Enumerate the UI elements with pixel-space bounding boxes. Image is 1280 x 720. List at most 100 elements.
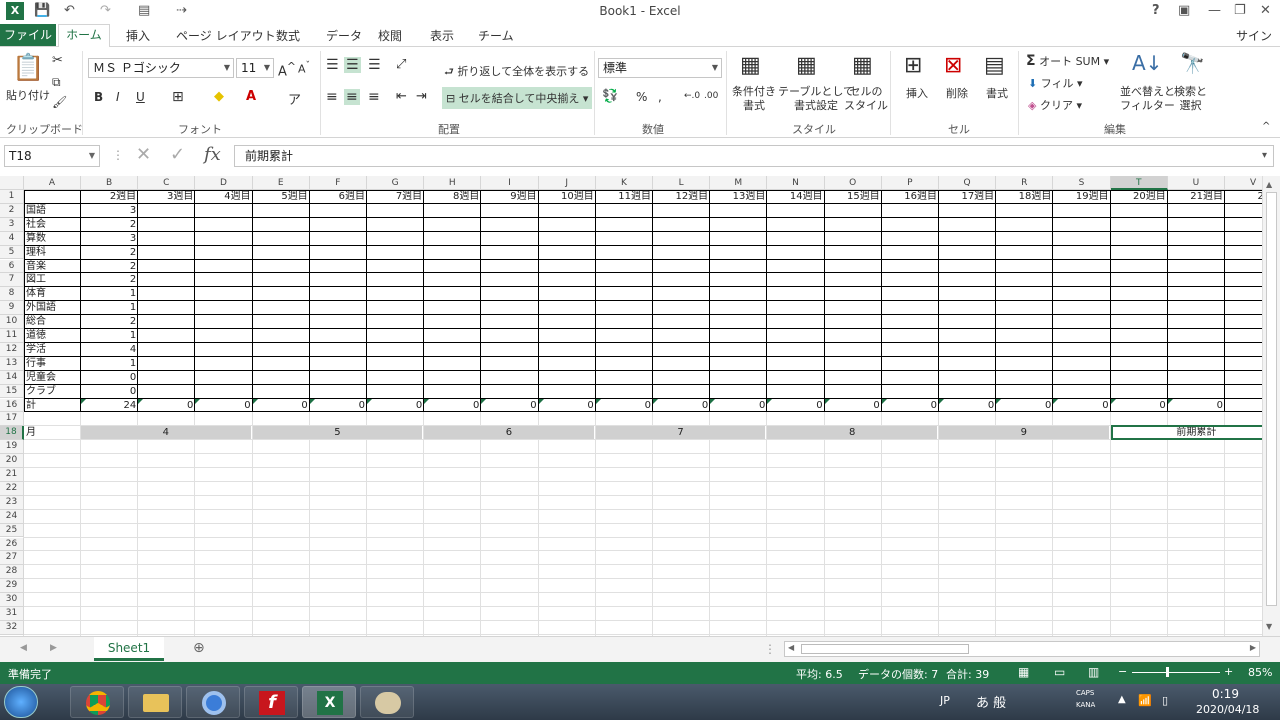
align-bottom-icon[interactable]: ☰ bbox=[368, 57, 381, 73]
increase-font-icon[interactable]: A^ bbox=[278, 60, 296, 79]
month-merged-cell[interactable]: 5 bbox=[252, 426, 424, 440]
column-header[interactable]: A bbox=[24, 176, 81, 190]
find-icon[interactable]: 🔭 bbox=[1180, 51, 1205, 75]
row-header[interactable]: 12 bbox=[0, 342, 24, 357]
total-value[interactable]: 0 bbox=[312, 399, 365, 412]
select-all-corner[interactable] bbox=[0, 176, 24, 190]
underline-icon[interactable]: U bbox=[136, 90, 145, 104]
week-header[interactable]: 16週目 bbox=[884, 190, 937, 203]
row-header[interactable]: 2 bbox=[0, 203, 24, 218]
row-header[interactable]: 26 bbox=[0, 537, 24, 552]
row-header[interactable]: 7 bbox=[0, 273, 24, 288]
row-header[interactable]: 4 bbox=[0, 231, 24, 246]
font-color-icon[interactable]: A bbox=[246, 89, 256, 104]
page-layout-view-icon[interactable]: ▭ bbox=[1054, 665, 1065, 679]
cell-styles-button[interactable]: セルの スタイル bbox=[844, 85, 888, 113]
autosum-button[interactable]: Σ オート SUM ▾ bbox=[1026, 53, 1109, 69]
column-header[interactable]: G bbox=[367, 176, 425, 190]
chrome-taskbar-icon[interactable] bbox=[70, 686, 124, 718]
chromium-taskbar-icon[interactable] bbox=[186, 686, 240, 718]
column-header[interactable]: N bbox=[767, 176, 825, 190]
week-header[interactable]: 8週目 bbox=[426, 190, 479, 203]
hours-value[interactable]: 3 bbox=[83, 204, 136, 217]
row-header[interactable]: 28 bbox=[0, 565, 24, 580]
excel-taskbar-icon[interactable]: X bbox=[302, 686, 356, 718]
total-value[interactable]: 0 bbox=[1055, 399, 1108, 412]
enter-icon[interactable]: ✓ bbox=[170, 144, 185, 165]
total-value[interactable]: 0 bbox=[712, 399, 765, 412]
row-header[interactable]: 5 bbox=[0, 245, 24, 260]
currency-icon[interactable]: 💱 bbox=[602, 89, 618, 104]
minimize-icon[interactable]: — bbox=[1208, 3, 1221, 18]
expand-formula-icon[interactable]: ▾ bbox=[1262, 150, 1267, 161]
hours-value[interactable]: 1 bbox=[83, 329, 136, 342]
help-button[interactable]: ? bbox=[1152, 3, 1160, 18]
month-merged-cell[interactable]: 7 bbox=[595, 426, 767, 440]
hours-value[interactable]: 2 bbox=[83, 260, 136, 273]
row-header[interactable]: 21 bbox=[0, 468, 24, 482]
page-break-view-icon[interactable]: ▥ bbox=[1088, 665, 1099, 679]
subject-label[interactable]: 算数 bbox=[26, 232, 79, 245]
subject-label[interactable]: 理科 bbox=[26, 246, 79, 259]
horizontal-scrollbar[interactable]: ◀ ▶ bbox=[784, 641, 1260, 657]
tab-team[interactable]: チーム bbox=[478, 27, 514, 44]
row-header[interactable]: 16 bbox=[0, 398, 24, 413]
tab-page-layout[interactable]: ページ レイアウト bbox=[176, 27, 276, 44]
clock-time[interactable]: 0:19 bbox=[1212, 687, 1239, 701]
total-value[interactable]: 0 bbox=[998, 399, 1051, 412]
row-header[interactable]: 10 bbox=[0, 315, 24, 329]
total-value[interactable]: 0 bbox=[1170, 399, 1223, 412]
tray-arrow-icon[interactable]: ▲ bbox=[1118, 694, 1126, 705]
column-header[interactable]: T bbox=[1110, 176, 1168, 190]
decrease-font-icon[interactable]: Aˇ bbox=[298, 60, 310, 76]
row-header[interactable]: 24 bbox=[0, 509, 24, 524]
week-header[interactable]: 18週目 bbox=[998, 190, 1052, 203]
subject-label[interactable]: 社会 bbox=[26, 218, 79, 231]
week-header[interactable]: 20週目 bbox=[1113, 190, 1166, 203]
column-header[interactable]: D bbox=[195, 176, 253, 190]
month-merged-cell[interactable]: 4 bbox=[81, 426, 252, 440]
subject-label[interactable]: 道徳 bbox=[26, 329, 79, 342]
italic-icon[interactable]: I bbox=[116, 90, 120, 104]
column-header[interactable]: U bbox=[1167, 176, 1225, 190]
row-header[interactable]: 32 bbox=[0, 620, 24, 635]
total-value[interactable]: 0 bbox=[941, 399, 994, 412]
tab-insert[interactable]: 挿入 bbox=[126, 27, 150, 44]
tab-file[interactable]: ファイル bbox=[0, 24, 56, 46]
hours-value[interactable]: 1 bbox=[83, 301, 136, 314]
week-header[interactable]: 13週目 bbox=[712, 190, 766, 203]
tab-formulas[interactable]: 数式 bbox=[276, 27, 300, 44]
hours-value[interactable]: 1 bbox=[83, 287, 136, 300]
tab-home[interactable]: ホーム bbox=[58, 24, 110, 47]
sort-filter-icon[interactable]: A↓ bbox=[1132, 51, 1162, 75]
hours-value[interactable]: 2 bbox=[83, 315, 136, 328]
border-icon[interactable]: ⊞ bbox=[172, 89, 184, 105]
week-header[interactable]: 22週 bbox=[1227, 190, 1262, 203]
fill-color-icon[interactable]: ◆ bbox=[214, 89, 224, 104]
tab-data[interactable]: データ bbox=[326, 27, 362, 44]
tab-review[interactable]: 校閲 bbox=[378, 27, 402, 44]
cumulative-cell[interactable]: 前期累計 bbox=[1110, 425, 1262, 441]
row-header[interactable]: 1 bbox=[0, 190, 24, 204]
zoom-out-icon[interactable]: − bbox=[1118, 665, 1127, 678]
hours-value[interactable]: 0 bbox=[83, 385, 136, 398]
row-header[interactable]: 18 bbox=[0, 426, 24, 441]
delete-cells-button[interactable]: 削除 bbox=[946, 85, 968, 101]
table-format-icon[interactable]: ▦ bbox=[796, 53, 817, 78]
restore-icon[interactable]: ❐ bbox=[1234, 3, 1246, 18]
sheet-tab-sheet1[interactable]: Sheet1 bbox=[94, 637, 164, 661]
close-icon[interactable]: ✕ bbox=[1260, 3, 1271, 18]
subject-label[interactable]: 国語 bbox=[26, 204, 79, 217]
clock-date[interactable]: 2020/04/18 bbox=[1196, 703, 1259, 716]
next-sheet-icon[interactable]: ▶ bbox=[50, 643, 57, 653]
column-header[interactable]: L bbox=[653, 176, 711, 190]
row-header[interactable]: 29 bbox=[0, 579, 24, 594]
hours-value[interactable]: 1 bbox=[83, 357, 136, 370]
phonetic-icon[interactable]: ア bbox=[288, 89, 301, 108]
align-center-icon[interactable]: ≡ bbox=[344, 89, 360, 105]
column-header[interactable]: B bbox=[81, 176, 139, 190]
explorer-taskbar-icon[interactable] bbox=[128, 686, 182, 718]
align-middle-icon[interactable]: ☰ bbox=[344, 57, 361, 73]
normal-view-icon[interactable]: ▦ bbox=[1018, 665, 1029, 679]
week-header[interactable]: 4週目 bbox=[197, 190, 250, 203]
